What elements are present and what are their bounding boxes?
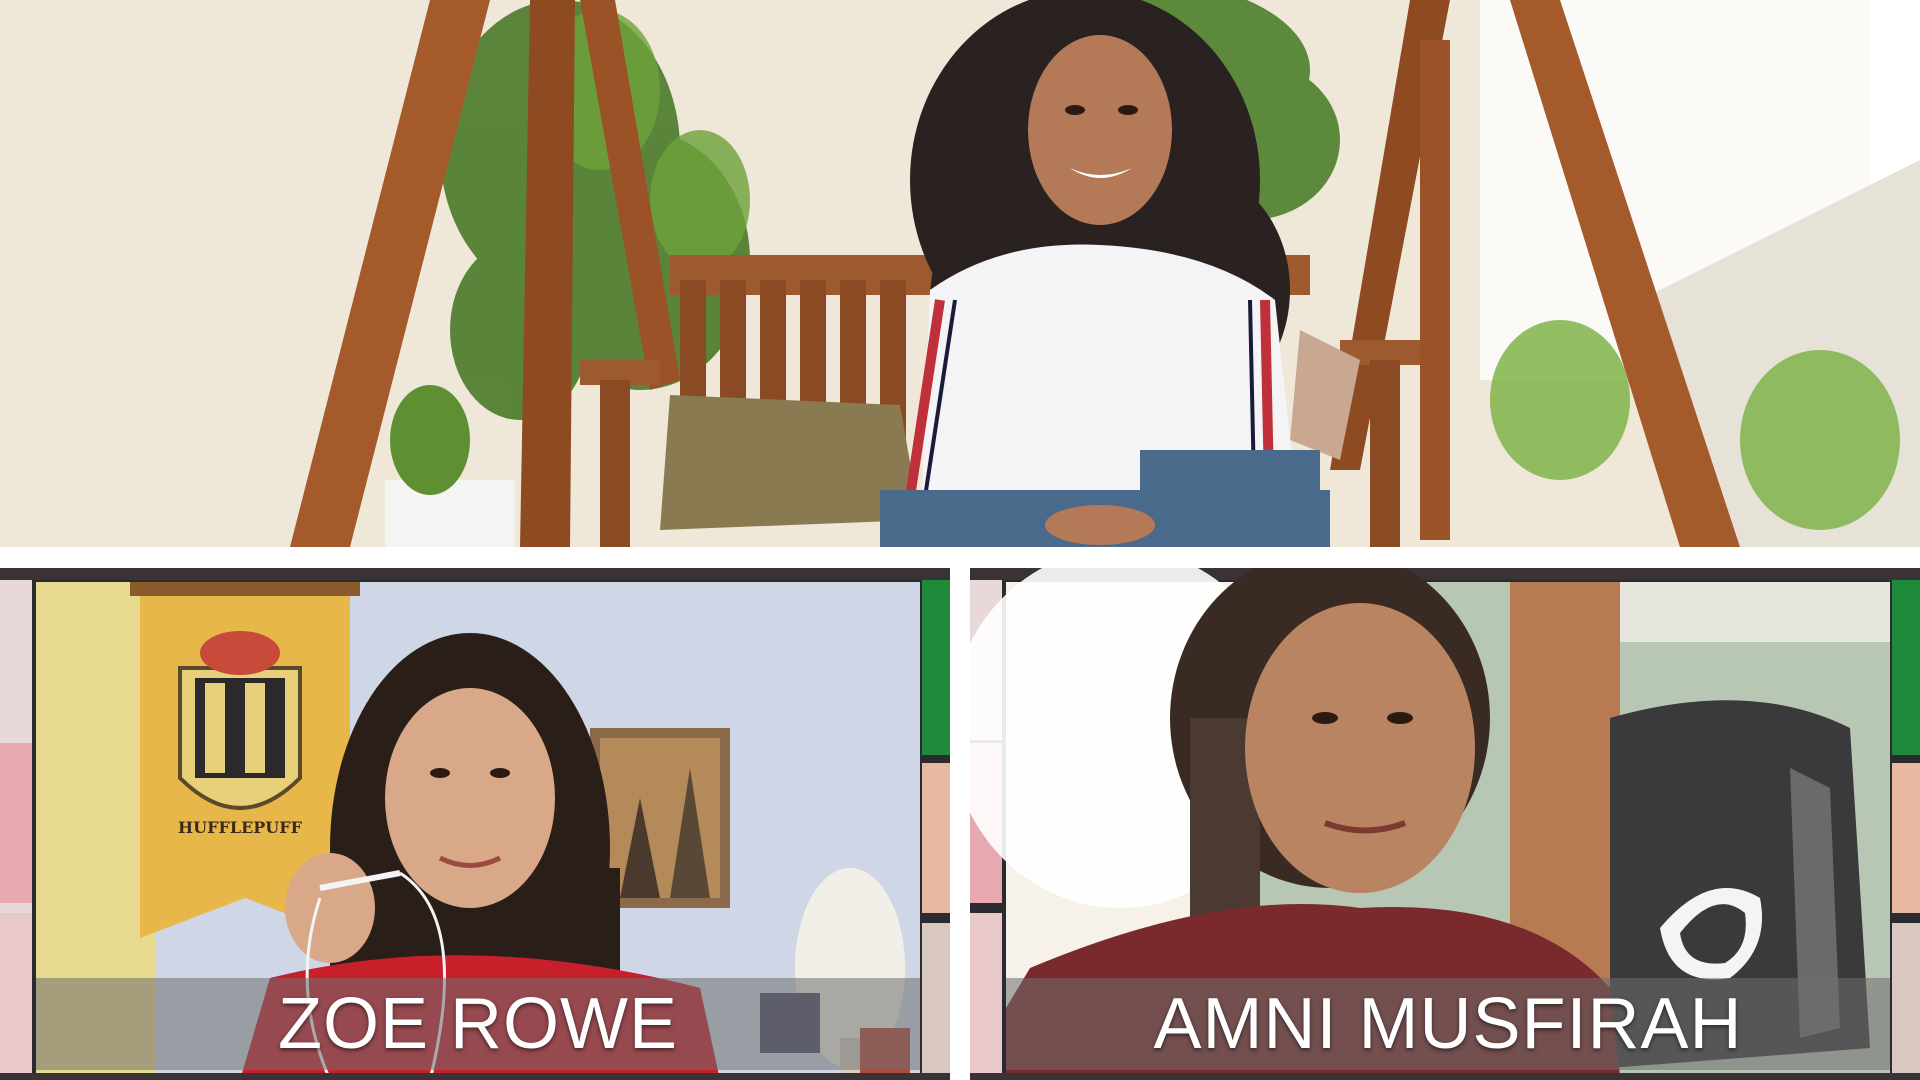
name-caption: ZOE ROWE xyxy=(36,978,920,1070)
participant-name: AMNI MUSFIRAH xyxy=(1153,984,1743,1064)
participant-name: ZOE ROWE xyxy=(278,984,678,1064)
banner-text: HUFFLEPUFF xyxy=(178,818,303,837)
video-tile-zoe-rowe[interactable]: HUFFLEPUFF ZOE ROWE xyxy=(0,568,950,1080)
video-tile-amni-musfirah[interactable]: AMNI MUSFIRAH xyxy=(970,568,1920,1080)
video-call-grid: HUFFLEPUFF ZOE ROWE AMNI MUSFIRAH xyxy=(0,0,1920,1080)
name-caption: AMNI MUSFIRAH xyxy=(1006,978,1890,1070)
video-tile-top[interactable] xyxy=(0,0,1920,547)
video-feed-top xyxy=(0,0,1920,547)
